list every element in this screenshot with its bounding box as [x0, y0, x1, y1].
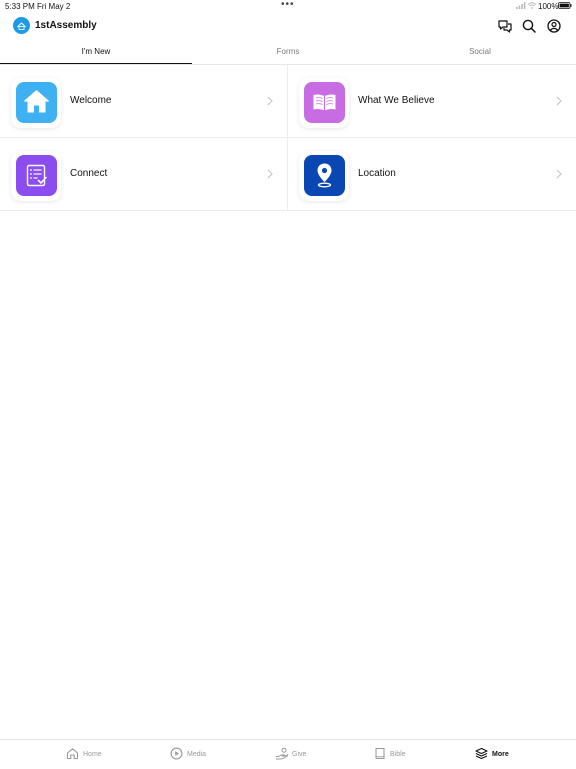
battery-percent: 100%	[538, 2, 559, 11]
card-what-we-believe[interactable]: What We Believe	[288, 65, 576, 138]
chat-icon[interactable]	[497, 18, 513, 34]
home-icon	[66, 748, 79, 760]
card-tile	[299, 151, 349, 201]
tab-im-new[interactable]: I'm New	[0, 44, 192, 65]
card-label: Welcome	[70, 95, 112, 106]
wifi-icon	[527, 2, 537, 11]
card-label: Connect	[70, 168, 108, 179]
chevron-right-icon	[267, 169, 273, 179]
map-pin-icon	[304, 155, 345, 196]
card-welcome[interactable]: Welcome	[0, 65, 288, 138]
multitask-dots-icon[interactable]: •••	[281, 0, 295, 10]
battery-icon	[558, 2, 572, 11]
chevron-right-icon	[556, 169, 562, 179]
card-tile	[299, 78, 349, 128]
home-icon	[16, 82, 57, 123]
card-location[interactable]: Location	[288, 138, 576, 211]
card-tile	[11, 78, 61, 128]
nav-label: Home	[83, 751, 102, 758]
nav-give[interactable]: Give	[230, 740, 345, 769]
nav-more[interactable]: More	[460, 740, 575, 769]
nav-label: Give	[292, 751, 307, 758]
chevron-right-icon	[267, 96, 273, 106]
church-logo-icon[interactable]	[13, 17, 30, 34]
card-label: Location	[358, 168, 396, 179]
status-date: Fri May 2	[37, 2, 71, 11]
nav-label: More	[492, 751, 509, 758]
app-title: 1stAssembly	[35, 20, 97, 31]
signal-icon	[516, 2, 526, 11]
give-hand-icon	[276, 747, 289, 760]
app-header: 1stAssembly	[0, 14, 576, 38]
nav-bible[interactable]: Bible	[345, 740, 460, 769]
card-connect[interactable]: Connect	[0, 138, 288, 211]
nav-home[interactable]: Home	[0, 740, 115, 769]
card-tile	[11, 151, 61, 201]
nav-label: Media	[187, 751, 207, 758]
open-book-icon	[304, 82, 345, 123]
status-bar: 5:33 PM Fri May 2 ••• 100%	[0, 0, 576, 12]
card-label: What We Believe	[358, 95, 435, 106]
play-circle-icon	[170, 747, 183, 760]
checklist-icon	[16, 155, 57, 196]
profile-icon[interactable]	[546, 18, 562, 34]
layers-icon	[475, 747, 488, 760]
tab-bar: I'm New Forms Social	[0, 44, 576, 65]
chevron-right-icon	[556, 96, 562, 106]
nav-media[interactable]: Media	[115, 740, 230, 769]
tab-forms[interactable]: Forms	[192, 44, 384, 65]
tab-social[interactable]: Social	[384, 44, 576, 65]
bottom-nav-bar: Home Media Give Bible More	[0, 739, 576, 769]
nav-label: Bible	[390, 751, 406, 758]
content-grid: Welcome What We Believe Connect Location	[0, 65, 576, 211]
book-icon	[375, 747, 385, 760]
search-icon[interactable]	[521, 18, 537, 34]
status-time: 5:33 PM	[5, 2, 35, 11]
